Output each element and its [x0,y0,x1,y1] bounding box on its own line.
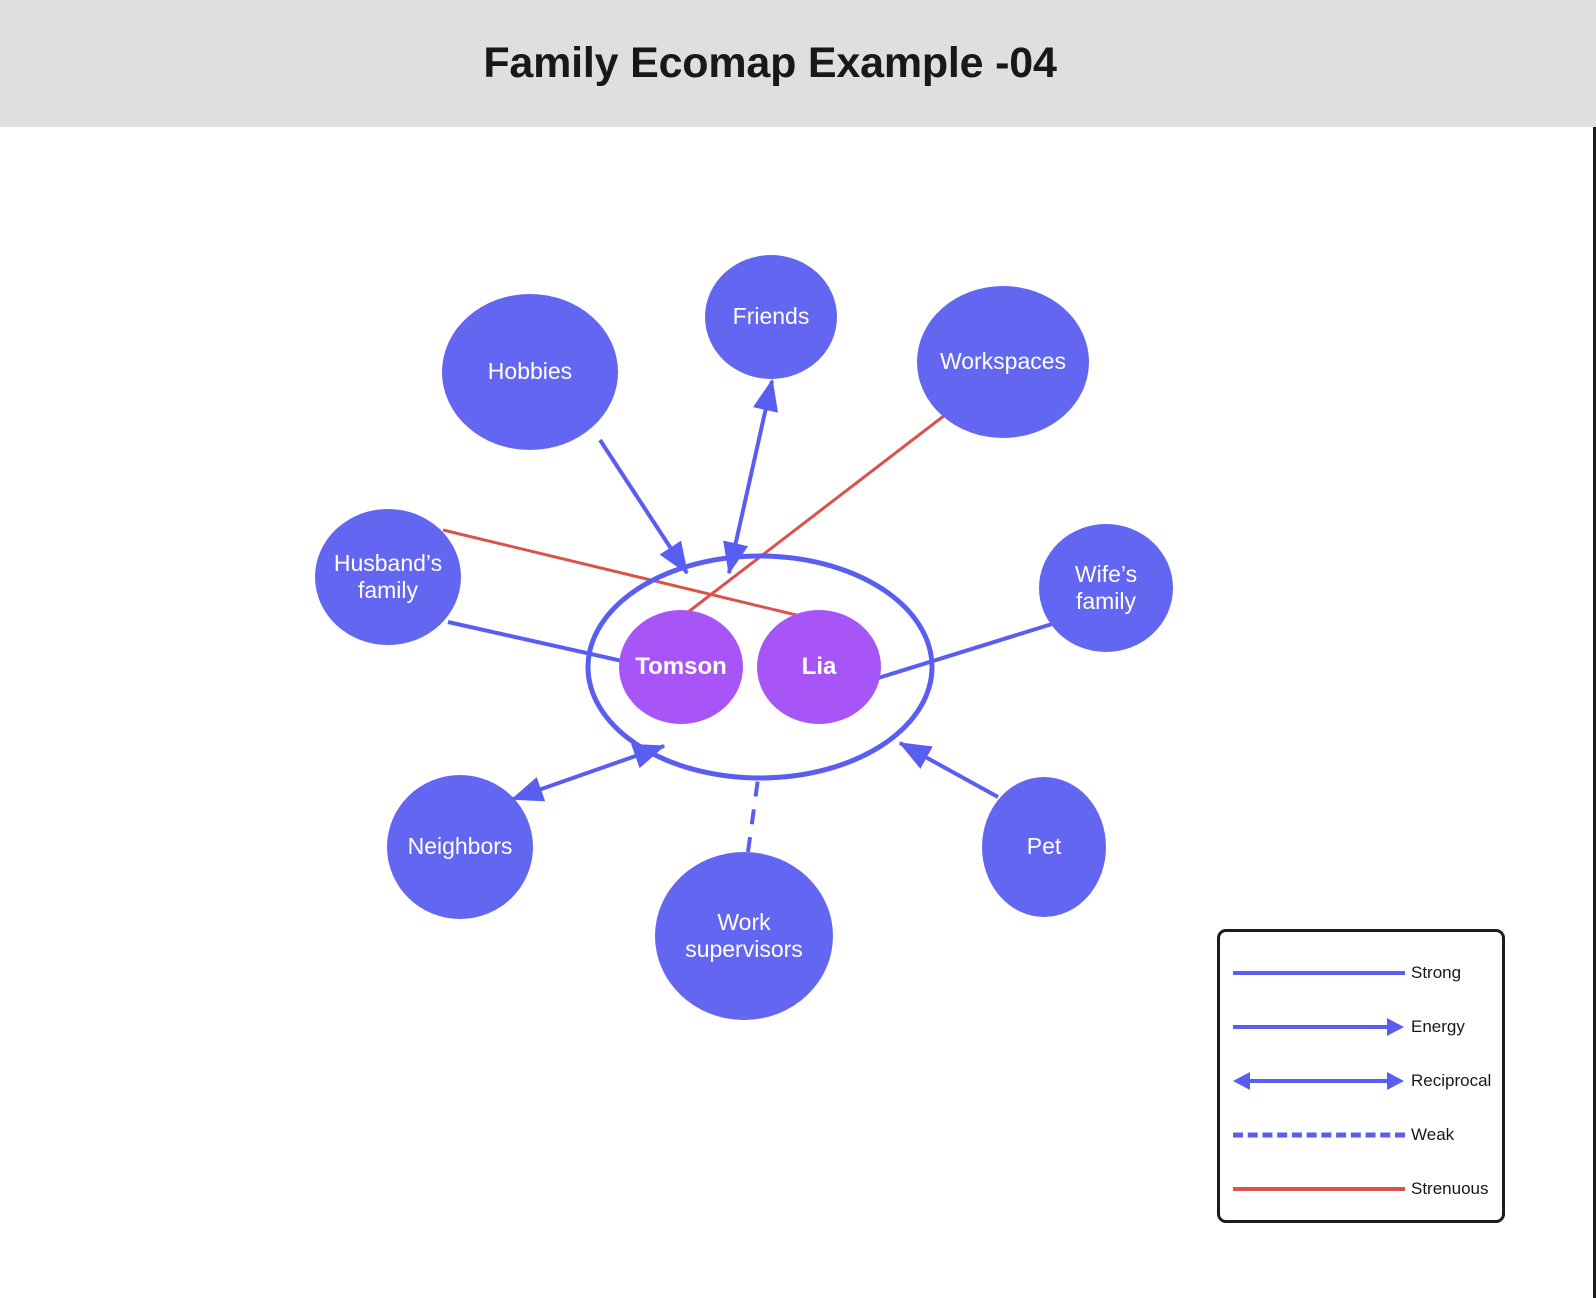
node-wifes-family[interactable] [1039,524,1173,652]
link-neighbors-to-family[interactable] [510,743,666,802]
legend-label: Reciprocal [1411,1071,1492,1090]
link-workspaces-to-tomson[interactable] [678,413,946,621]
links-layer [442,378,1053,853]
node-friends[interactable] [705,255,837,379]
node-work-supervisors[interactable] [655,852,833,1020]
legend-sample-reciprocal [1233,1068,1405,1094]
node-pet[interactable] [982,777,1106,917]
node-hobbies[interactable] [442,294,618,450]
legend-row-reciprocal: Reciprocal [1220,1054,1502,1108]
node-workspaces[interactable] [917,286,1089,438]
legend-sample-weak [1233,1122,1405,1148]
legend-label: Weak [1411,1125,1455,1144]
legend-line-icon [1233,1132,1405,1138]
legend-row-strong: Strong [1220,946,1502,1000]
legend-label: Strenuous [1411,1179,1489,1198]
legend-line-icon [1233,971,1405,975]
link-pet-to-family[interactable] [898,741,999,799]
link-wifes-family-to-lia[interactable] [874,622,1053,681]
legend-row-weak: Weak [1220,1108,1502,1162]
node-lia[interactable] [757,610,881,724]
link-friends-to-family[interactable] [723,378,779,575]
legend-row-energy: Energy [1220,1000,1502,1054]
legend-line-icon [1248,1079,1388,1083]
link-hobbies-to-family[interactable] [598,438,689,575]
node-neighbors[interactable] [387,775,533,919]
header-bar: Family Ecomap Example -04 [0,0,1596,127]
legend-line-icon [1233,1025,1388,1029]
node-husbands-family[interactable] [315,509,461,645]
legend-label: Strong [1411,963,1462,982]
legend-line-icon [1233,1187,1405,1191]
link-work-supervisors-to-family[interactable] [746,778,760,853]
nodes-layer [315,255,1173,1020]
legend-arrow-right-icon [1387,1072,1404,1090]
page-title: Family Ecomap Example -04 [483,39,1057,87]
node-tomson[interactable] [619,610,743,724]
legend-row-strenuous: Strenuous [1220,1162,1502,1216]
legend: Strong Energy Reciprocal Weak Strenuous [1217,929,1505,1223]
legend-arrow-left-icon [1233,1072,1250,1090]
legend-arrow-right-icon [1387,1018,1404,1036]
legend-label: Energy [1411,1017,1465,1036]
link-husbands-family-to-lia[interactable] [442,528,818,622]
diagram-canvas: Hobbies Friends Workspaces Husband’s family… [0,127,1596,1298]
legend-sample-energy [1233,1014,1405,1040]
ecomap-page: Family Ecomap Example -04 Hobbies Friends… [0,0,1596,1298]
legend-sample-strong [1233,960,1405,986]
legend-sample-strenuous [1233,1176,1405,1202]
